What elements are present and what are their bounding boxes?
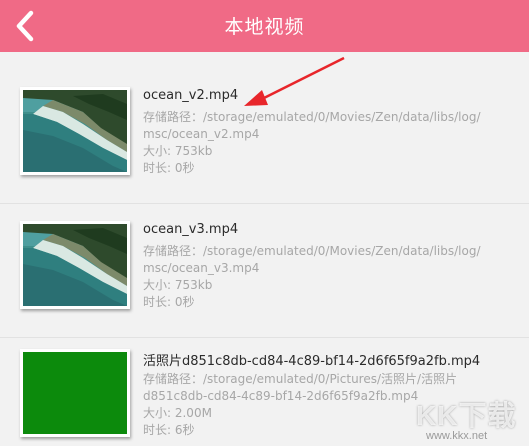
video-path-line2: msc/ocean_v2.mp4 xyxy=(143,127,260,141)
video-thumbnail xyxy=(20,221,130,309)
video-thumbnail xyxy=(20,349,130,437)
video-list-item[interactable]: ocean_v3.mp4 存储路径：/storage/emulated/0/Mo… xyxy=(0,212,529,338)
watermark-logo: KK下载 xyxy=(416,400,517,431)
local-video-screen: 本地视频 ocean_v2.mp4 存储路径：/storage/emulated… xyxy=(0,0,529,446)
video-size: 大小: 2.00M xyxy=(143,406,212,420)
watermark: KK下载 www.kkx.net xyxy=(412,392,529,446)
video-size: 大小: 753kb xyxy=(143,144,213,158)
video-path-line1: 存储路径：/storage/emulated/0/Pictures/活照片/活照… xyxy=(143,372,458,386)
green-placeholder-thumbnail xyxy=(23,352,127,434)
top-bar: 本地视频 xyxy=(0,0,529,52)
ocean-coast-thumbnail xyxy=(23,224,127,306)
video-duration: 时长: 0秒 xyxy=(143,161,195,175)
video-thumbnail xyxy=(20,87,130,175)
video-path-line2: msc/ocean_v3.mp4 xyxy=(143,261,260,275)
video-path-line1: 存储路径：/storage/emulated/0/Movies/Zen/data… xyxy=(143,244,481,258)
watermark-url: www.kkx.net xyxy=(426,430,488,442)
video-file-name: 活照片d851c8db-cd84-4c89-bf14-2d6f65f9a2fb.… xyxy=(143,354,481,369)
page-title: 本地视频 xyxy=(224,16,305,38)
video-file-name: ocean_v2.mp4 xyxy=(143,88,239,103)
video-list-item[interactable]: ocean_v2.mp4 存储路径：/storage/emulated/0/Mo… xyxy=(0,78,529,204)
video-path-line1: 存储路径：/storage/emulated/0/Movies/Zen/data… xyxy=(143,110,481,124)
video-size: 大小: 753kb xyxy=(143,278,213,292)
video-path-line2: d851c8db-cd84-4c89-bf14-2d6f65f9a2fb.mp4 xyxy=(143,389,419,403)
video-duration: 时长: 6秒 xyxy=(143,423,195,437)
video-duration: 时长: 0秒 xyxy=(143,295,195,309)
ocean-coast-thumbnail xyxy=(23,90,127,172)
video-file-name: ocean_v3.mp4 xyxy=(143,222,239,237)
